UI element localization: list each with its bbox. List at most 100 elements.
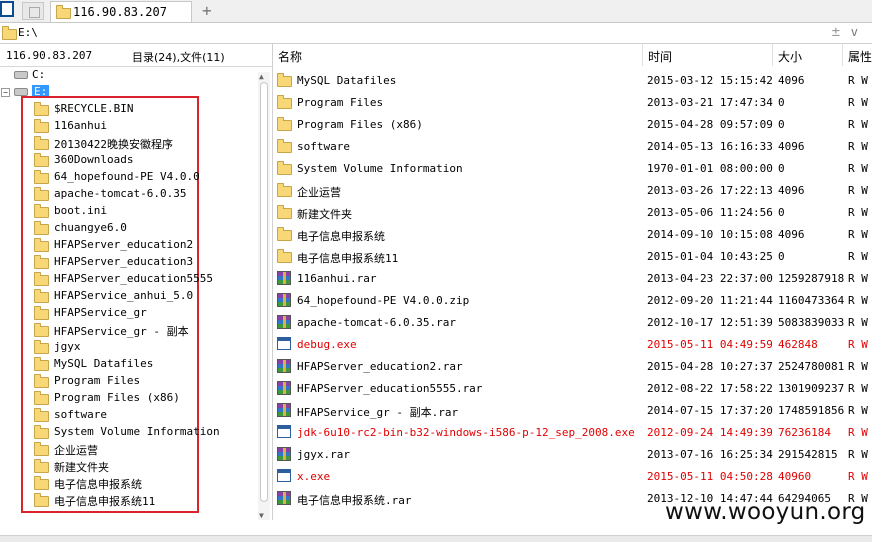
tree-item[interactable]: HFAPServer_education3 (32, 254, 200, 270)
file-row[interactable]: MySQL Datafiles 2015-03-12 15:15:42 4096 R … (273, 69, 872, 91)
archive-icon (277, 293, 291, 307)
tree-item[interactable]: $RECYCLE.BIN (32, 101, 200, 117)
scroll-down-icon[interactable]: ▼ (259, 511, 264, 520)
tree-item[interactable]: jgyx (32, 339, 200, 355)
tree-item[interactable]: HFAPService_gr (32, 305, 200, 321)
file-row[interactable]: x.exe 2015-05-11 04:50:28 40960 R W (273, 465, 872, 487)
file-size: 2524780081 (778, 360, 845, 373)
file-name: 新建文件夹 (297, 208, 352, 221)
file-row[interactable]: HFAPServer_education5555.rar 2012-08-22 1… (273, 377, 872, 399)
file-attr: R W (848, 316, 868, 329)
tree-item[interactable]: MySQL Datafiles (32, 356, 200, 372)
file-row[interactable]: 116anhui.rar 2013-04-23 22:37:00 125928791… (273, 267, 872, 289)
drive-label: C: (32, 68, 46, 81)
tree-item[interactable]: HFAPServer_education5555 (32, 271, 213, 287)
scrollbar-thumb[interactable] (260, 82, 268, 502)
column-header-size[interactable]: 大小 (773, 44, 843, 66)
column-header-attr[interactable]: 属性 (843, 44, 872, 66)
folder-icon (34, 323, 49, 337)
file-row[interactable]: 企业运营 2013-03-26 17:22:13 4096 R W (273, 179, 872, 201)
tree-item[interactable]: boot.ini (32, 203, 200, 219)
tree-item[interactable]: software (32, 407, 200, 423)
file-size: 4096 (778, 184, 805, 197)
file-attr: R W (848, 272, 868, 285)
collapse-toggle[interactable]: − (1, 88, 10, 97)
file-row[interactable]: System Volume Information 1970-01-01 08:0… (273, 157, 872, 179)
blank-tab[interactable] (22, 2, 44, 20)
tree-item-label: $RECYCLE.BIN (54, 102, 134, 115)
tree-item[interactable]: 企业运营 (32, 441, 200, 457)
tree-item[interactable]: 20130422晚换安徽程序 (32, 135, 200, 151)
tree-item[interactable]: HFAPServer_education2 (32, 237, 200, 253)
tree-item[interactable]: HFAPService_gr - 副本 (32, 322, 200, 338)
folder-icon (34, 136, 49, 150)
column-header-time[interactable]: 时间 (643, 44, 773, 66)
file-name: 64_hopefound-PE V4.0.0.zip (297, 294, 470, 307)
folder-icon (34, 187, 49, 201)
file-name: 116anhui.rar (297, 272, 377, 285)
file-row[interactable]: software 2014-05-13 16:16:33 4096 R W (273, 135, 872, 157)
file-attr: R W (848, 162, 868, 175)
archive-icon (277, 491, 291, 505)
file-time: 2013-04-23 22:37:00 (647, 272, 773, 285)
tree-item[interactable]: chuangye6.0 (32, 220, 200, 236)
file-row[interactable]: jdk-6u10-rc2-bin-b32-windows-i586-p-12_s… (273, 421, 872, 443)
address-path[interactable]: E:\ (18, 26, 38, 39)
tree-item[interactable]: 电子信息申报系统11 (32, 492, 200, 508)
tree-item-label: MySQL Datafiles (54, 357, 154, 370)
file-name: x.exe (297, 470, 331, 483)
tree-item[interactable]: 116anhui (32, 118, 200, 134)
tab-server[interactable]: 116.90.83.207 (50, 1, 192, 22)
column-header-name[interactable]: 名称 (273, 44, 643, 66)
tree-item-label: boot.ini (54, 204, 107, 217)
file-row[interactable]: HFAPService_gr - 副本.rar 2014-07-15 17:37:… (273, 399, 872, 421)
tree-item[interactable]: 新建文件夹 (32, 458, 200, 474)
tree-item-label: 360Downloads (54, 153, 134, 166)
hard-drive-icon (14, 71, 28, 79)
file-size: 0 (778, 162, 785, 175)
folder-icon (34, 357, 49, 371)
file-row[interactable]: 电子信息申报系统11 2015-01-04 10:43:25 0 R W (273, 245, 872, 267)
tree-item[interactable]: 电子信息申报系统 (32, 475, 200, 491)
file-size: 4096 (778, 140, 805, 153)
tree-item[interactable]: apache-tomcat-6.0.35 (32, 186, 200, 202)
tree-item[interactable]: Program Files (32, 373, 200, 389)
tree-item-label: 新建文件夹 (54, 461, 109, 474)
tree-item-label: 20130422晚换安徽程序 (54, 138, 173, 151)
file-attr: R W (848, 426, 868, 439)
tree-item-label: HFAPServer_education2 (54, 238, 194, 251)
scroll-up-icon[interactable]: ▲ (259, 72, 264, 81)
window-icon[interactable] (0, 1, 14, 17)
file-row[interactable]: apache-tomcat-6.0.35.rar 2012-10-17 12:51… (273, 311, 872, 333)
folder-icon (34, 204, 49, 218)
file-attr: R W (848, 448, 868, 461)
tree-item[interactable]: HFAPService_anhui_5.0 (32, 288, 200, 304)
file-time: 2014-05-13 16:16:33 (647, 140, 773, 153)
file-row[interactable]: 新建文件夹 2013-05-06 11:24:56 0 R W (273, 201, 872, 223)
file-name: HFAPServer_education5555.rar (297, 382, 483, 395)
archive-icon (277, 447, 291, 461)
file-row[interactable]: jgyx.rar 2013-07-16 16:25:34 291542815 R W (273, 443, 872, 465)
tree-item[interactable]: 360Downloads (32, 152, 200, 168)
item-count: 目录(24),文件(11) (132, 51, 225, 64)
file-row[interactable]: Program Files (x86) 2015-04-28 09:57:09 0 R… (273, 113, 872, 135)
address-bar[interactable]: E:\ ± v (0, 23, 872, 44)
file-attr: R W (848, 96, 868, 109)
tree-item[interactable]: System Volume Information (32, 424, 220, 440)
tree-item[interactable]: 64_hopefound-PE V4.0.0 (32, 169, 200, 185)
file-row[interactable]: HFAPServer_education2.rar 2015-04-28 10:2… (273, 355, 872, 377)
file-row[interactable]: Program Files 2013-03-21 17:47:34 0 R W (273, 91, 872, 113)
watermark: www.wooyun.org (665, 499, 866, 525)
chevron-down-icon[interactable]: v (851, 25, 858, 39)
sort-icon[interactable]: ± (832, 24, 840, 40)
new-tab-button[interactable]: + (202, 1, 212, 20)
file-row[interactable]: 电子信息申报系统 2014-09-10 10:15:08 4096 R W (273, 223, 872, 245)
file-row[interactable]: 64_hopefound-PE V4.0.0.zip 2012-09-20 11:… (273, 289, 872, 311)
file-row[interactable]: debug.exe 2015-05-11 04:49:59 462848 R W (273, 333, 872, 355)
tree-item[interactable]: Program Files (x86) (32, 390, 200, 406)
file-time: 2015-01-04 10:43:25 (647, 250, 773, 263)
folder-icon (34, 408, 49, 422)
file-time: 2015-05-11 04:49:59 (647, 338, 773, 351)
tree-scrollbar[interactable]: ▲ ▼ (258, 72, 270, 520)
tree-item-label: HFAPService_anhui_5.0 (54, 289, 194, 302)
